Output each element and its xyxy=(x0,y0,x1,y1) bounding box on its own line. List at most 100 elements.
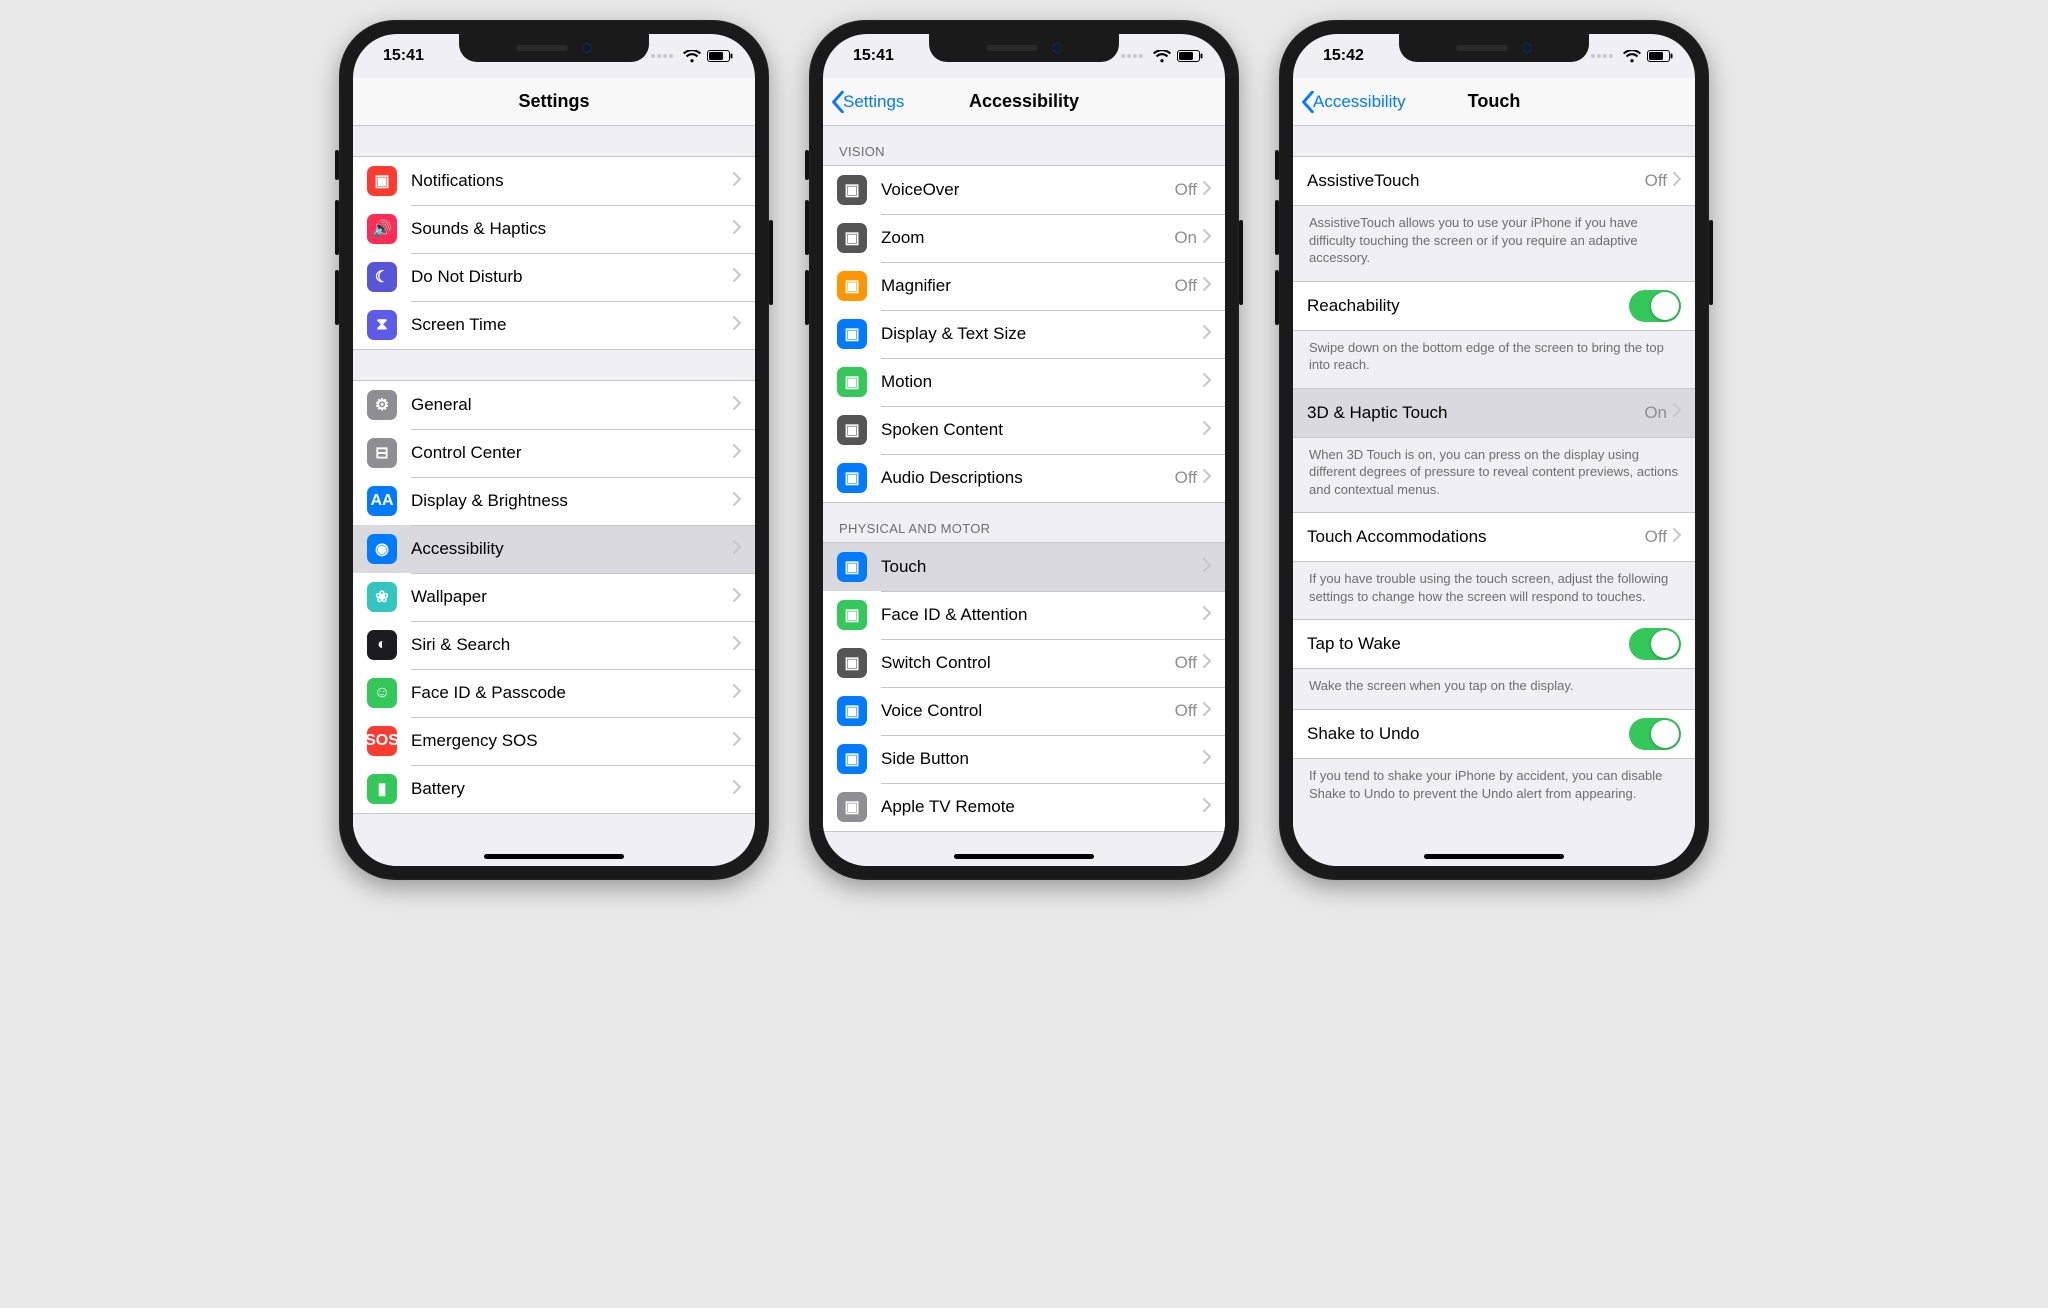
settings-row[interactable]: ▣Side Button xyxy=(823,735,1225,783)
toggle-switch[interactable] xyxy=(1629,290,1681,322)
row-icon: ⚙ xyxy=(367,390,397,420)
settings-row[interactable]: 🔊Sounds & Haptics xyxy=(353,205,755,253)
chevron-right-icon xyxy=(1203,277,1211,296)
settings-row[interactable]: ▣Switch ControlOff xyxy=(823,639,1225,687)
chevron-right-icon xyxy=(733,172,741,191)
settings-list[interactable]: ▣Notifications🔊Sounds & Haptics☾Do Not D… xyxy=(353,126,755,866)
page-title: Accessibility xyxy=(969,91,1079,112)
back-label: Accessibility xyxy=(1313,92,1406,112)
section-header-vision: VISION xyxy=(823,126,1225,165)
settings-row[interactable]: ▣Motion xyxy=(823,358,1225,406)
row-label: Audio Descriptions xyxy=(881,468,1175,488)
chevron-right-icon xyxy=(733,444,741,463)
settings-row[interactable]: ☾Do Not Disturb xyxy=(353,253,755,301)
row-label: Screen Time xyxy=(411,315,733,335)
row-icon: ▣ xyxy=(837,744,867,774)
row-icon: ▣ xyxy=(837,271,867,301)
nav-bar: Settings xyxy=(353,78,755,126)
row-label: Siri & Search xyxy=(411,635,733,655)
chevron-right-icon xyxy=(733,220,741,239)
settings-row[interactable]: ▣MagnifierOff xyxy=(823,262,1225,310)
nav-bar: Settings Accessibility xyxy=(823,78,1225,126)
row-label: Magnifier xyxy=(881,276,1175,296)
row-label: Control Center xyxy=(411,443,733,463)
row-icon: ▣ xyxy=(837,696,867,726)
wifi-icon xyxy=(1623,50,1641,63)
battery-icon xyxy=(707,50,733,62)
chevron-right-icon xyxy=(1203,373,1211,392)
chevron-right-icon xyxy=(1203,469,1211,488)
chevron-right-icon xyxy=(1203,421,1211,440)
settings-row[interactable]: ▣Notifications xyxy=(353,157,755,205)
row-label: Reachability xyxy=(1307,296,1629,316)
chevron-right-icon xyxy=(733,684,741,703)
settings-row[interactable]: AssistiveTouchOff xyxy=(1293,157,1695,205)
chevron-right-icon xyxy=(733,540,741,559)
row-label: Accessibility xyxy=(411,539,733,559)
settings-row[interactable]: ◐ Siri & Search xyxy=(353,621,755,669)
settings-row[interactable]: SOSEmergency SOS xyxy=(353,717,755,765)
settings-row[interactable]: AADisplay & Brightness xyxy=(353,477,755,525)
row-label: Battery xyxy=(411,779,733,799)
settings-row[interactable]: ☺Face ID & Passcode xyxy=(353,669,755,717)
row-footnote: Swipe down on the bottom edge of the scr… xyxy=(1293,331,1695,388)
row-icon: 🔊 xyxy=(367,214,397,244)
settings-row[interactable]: ❀Wallpaper xyxy=(353,573,755,621)
nav-bar: Accessibility Touch xyxy=(1293,78,1695,126)
wifi-icon xyxy=(1153,50,1171,63)
settings-row[interactable]: ▣ZoomOn xyxy=(823,214,1225,262)
settings-row[interactable]: ▣Voice ControlOff xyxy=(823,687,1225,735)
row-icon: ▣ xyxy=(837,415,867,445)
row-value: Off xyxy=(1175,653,1197,673)
row-icon: ▣ xyxy=(837,463,867,493)
settings-row[interactable]: 3D & Haptic TouchOn xyxy=(1293,389,1695,437)
settings-row[interactable]: ▣VoiceOverOff xyxy=(823,166,1225,214)
row-icon: ⊟ xyxy=(367,438,397,468)
home-indicator[interactable] xyxy=(954,854,1094,859)
settings-row[interactable]: ◉Accessibility xyxy=(353,525,755,573)
settings-row[interactable]: ▣ Spoken Content xyxy=(823,406,1225,454)
row-label: Emergency SOS xyxy=(411,731,733,751)
row-label: Voice Control xyxy=(881,701,1175,721)
status-time: 15:42 xyxy=(1323,47,1364,65)
toggle-switch[interactable] xyxy=(1629,628,1681,660)
row-icon: ▣ xyxy=(837,223,867,253)
back-button[interactable]: Settings xyxy=(831,78,904,125)
row-label: Do Not Disturb xyxy=(411,267,733,287)
settings-row[interactable]: ⚙General xyxy=(353,381,755,429)
chevron-right-icon xyxy=(1203,325,1211,344)
settings-row[interactable]: ⧗ Screen Time xyxy=(353,301,755,349)
settings-row[interactable]: Shake to Undo xyxy=(1293,710,1695,758)
settings-row[interactable]: ▮ Battery xyxy=(353,765,755,813)
row-label: Notifications xyxy=(411,171,733,191)
settings-row[interactable]: ▣Touch xyxy=(823,543,1225,591)
row-icon: ▮ xyxy=(367,774,397,804)
settings-row[interactable]: Tap to Wake xyxy=(1293,620,1695,668)
row-label: Display & Text Size xyxy=(881,324,1203,344)
back-button[interactable]: Accessibility xyxy=(1301,78,1406,125)
section-header-physical: PHYSICAL AND MOTOR xyxy=(823,503,1225,542)
touch-list[interactable]: AssistiveTouchOffAssistiveTouch allows y… xyxy=(1293,126,1695,866)
settings-row[interactable]: ▣Audio DescriptionsOff xyxy=(823,454,1225,502)
home-indicator[interactable] xyxy=(1424,854,1564,859)
settings-row[interactable]: ▣Face ID & Attention xyxy=(823,591,1225,639)
settings-row[interactable]: ⊟ Control Center xyxy=(353,429,755,477)
settings-row[interactable]: Touch AccommodationsOff xyxy=(1293,513,1695,561)
cellular-dots-icon xyxy=(651,54,673,58)
row-icon: ◐ xyxy=(367,630,397,660)
settings-row[interactable]: Reachability xyxy=(1293,282,1695,330)
accessibility-list[interactable]: VISION ▣VoiceOverOff▣ZoomOn▣MagnifierOff… xyxy=(823,126,1225,866)
phone-settings: 15:41 Settings ▣Notifications🔊Sounds & H… xyxy=(339,20,769,880)
home-indicator[interactable] xyxy=(484,854,624,859)
row-icon: ⧗ xyxy=(367,310,397,340)
settings-row[interactable]: ▣Apple TV Remote xyxy=(823,783,1225,831)
row-label: Spoken Content xyxy=(881,420,1203,440)
row-icon: ▣ xyxy=(837,175,867,205)
chevron-right-icon xyxy=(733,396,741,415)
settings-row[interactable]: ▣Display & Text Size xyxy=(823,310,1225,358)
toggle-switch[interactable] xyxy=(1629,718,1681,750)
back-label: Settings xyxy=(843,92,904,112)
chevron-right-icon xyxy=(1203,558,1211,577)
row-label: Touch Accommodations xyxy=(1307,527,1645,547)
row-footnote: If you have trouble using the touch scre… xyxy=(1293,562,1695,619)
